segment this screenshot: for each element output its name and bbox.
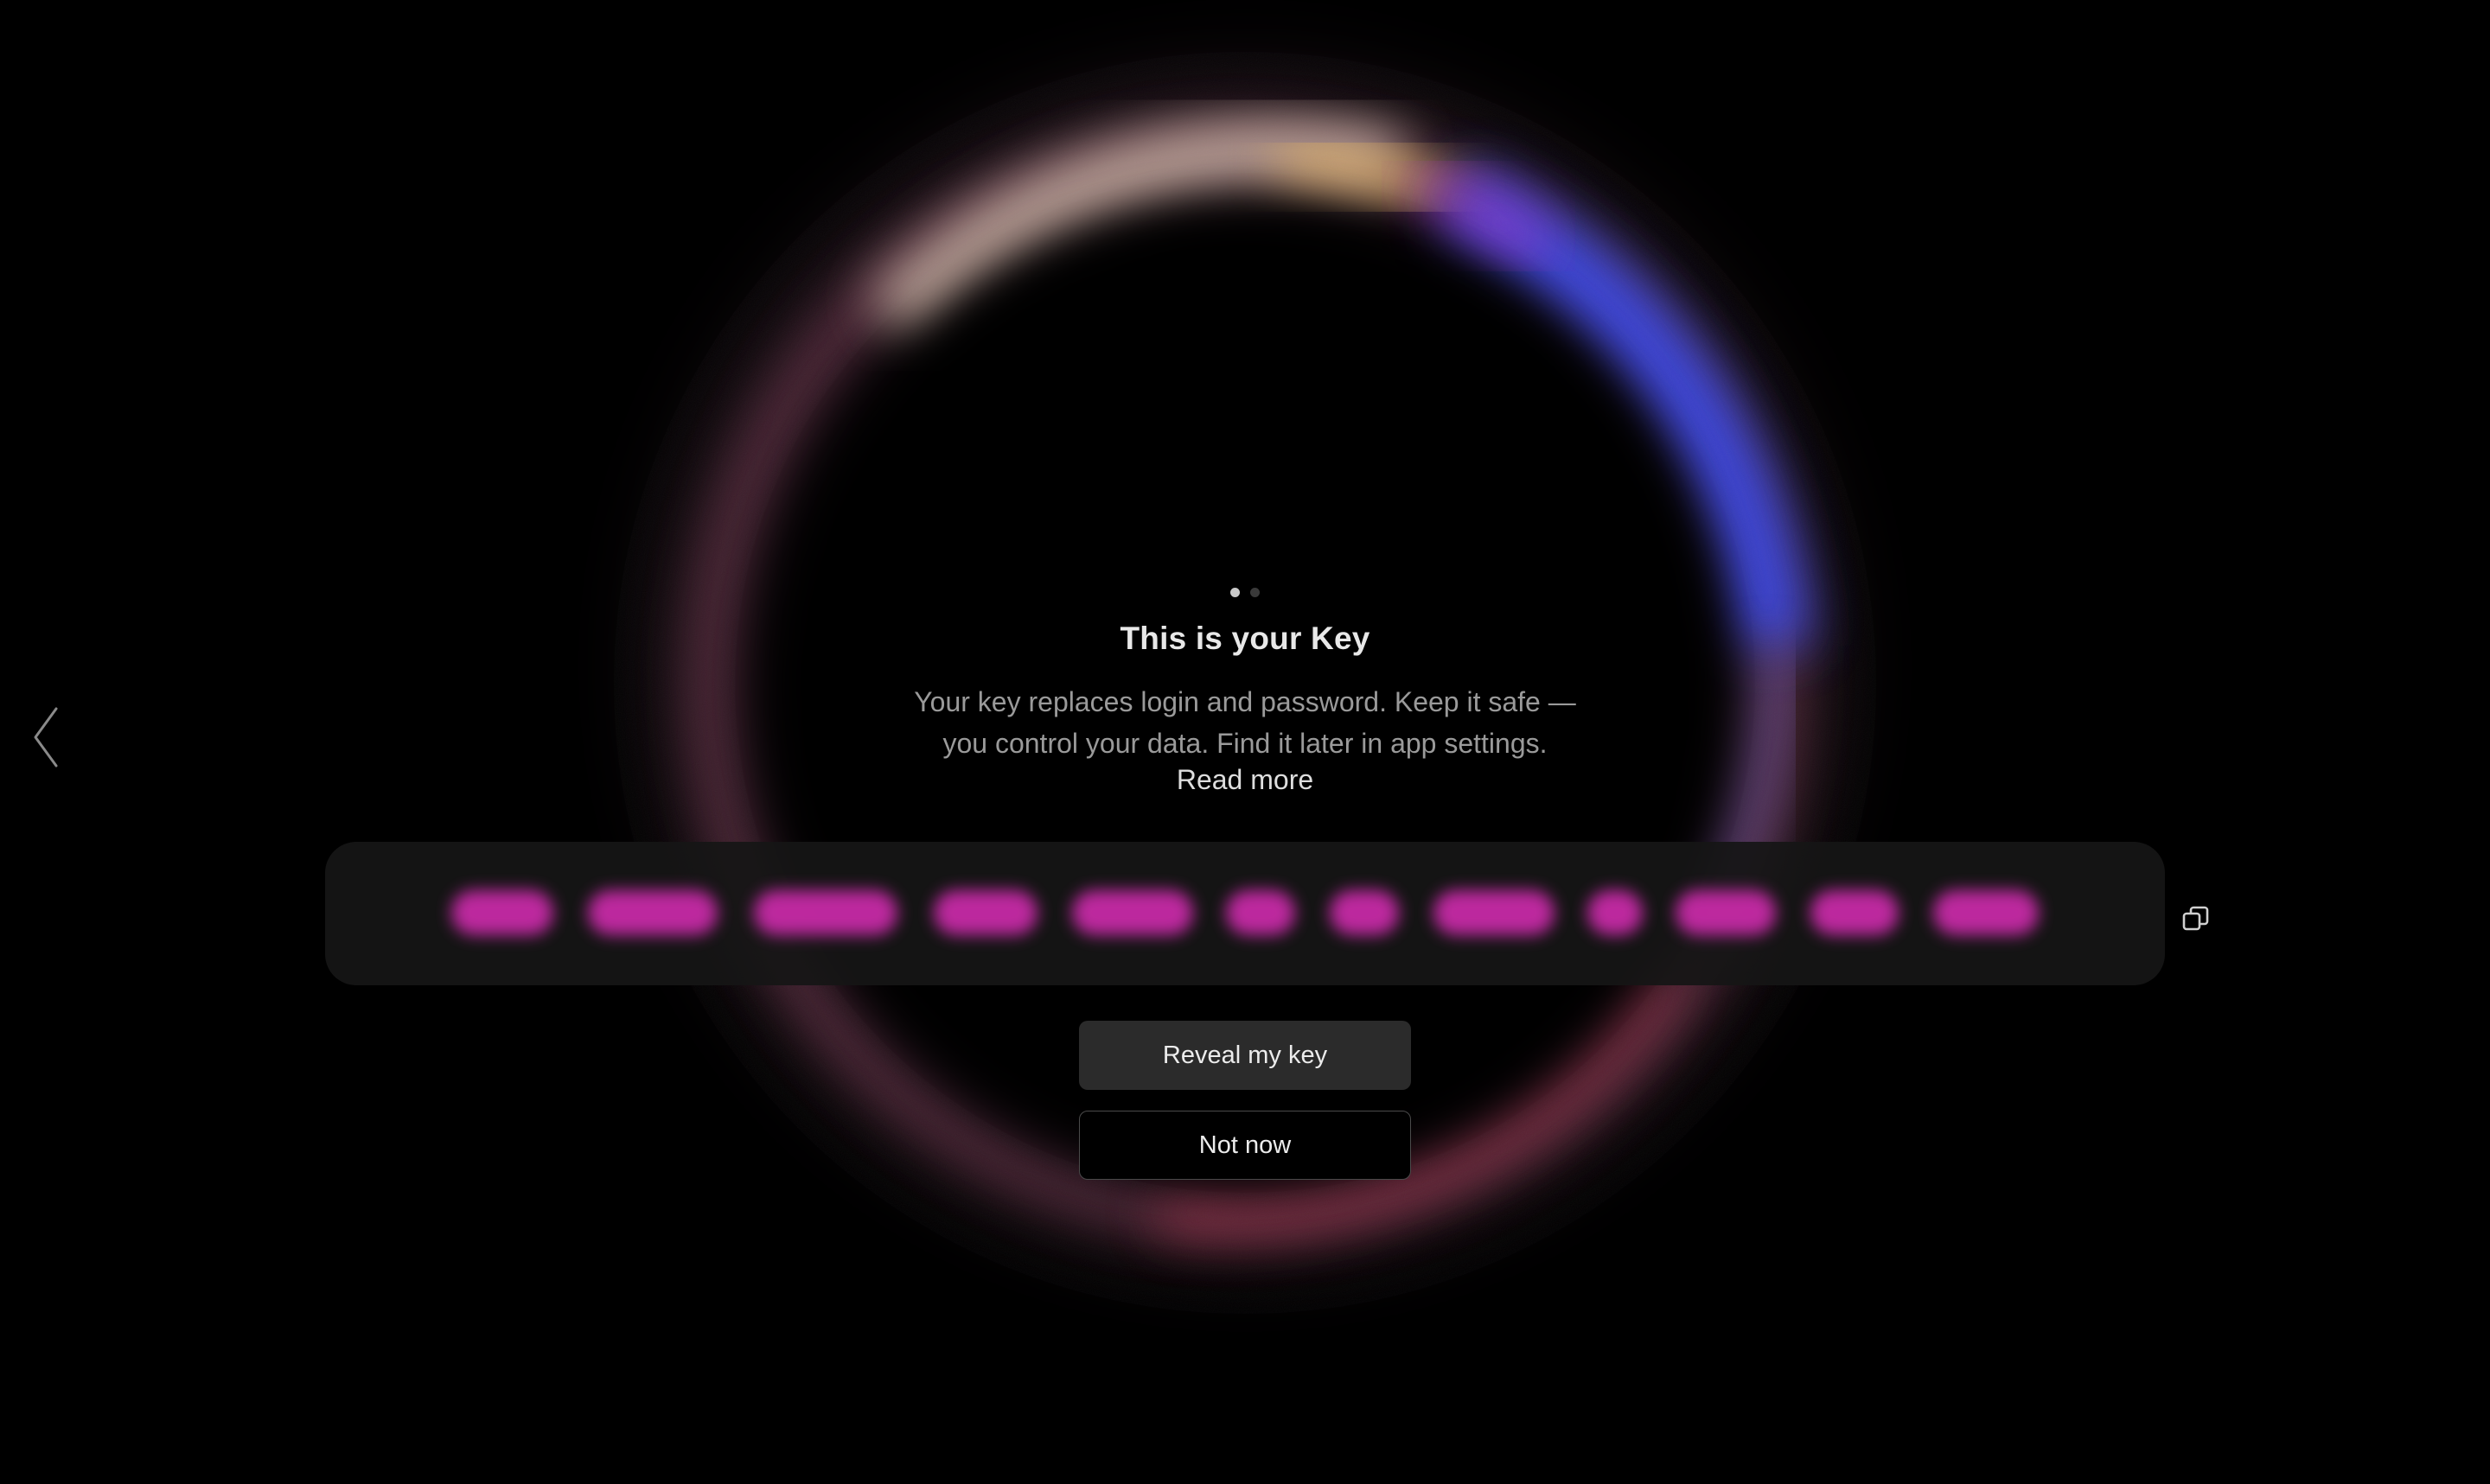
page-title: This is your Key — [1120, 621, 1370, 656]
key-word-blur — [1810, 890, 1899, 935]
page-dot-2 — [1250, 588, 1260, 597]
page-dot-1 — [1230, 588, 1240, 597]
key-word-blur — [1330, 890, 1399, 935]
key-word-blur — [1226, 890, 1295, 935]
reveal-key-button[interactable]: Reveal my key — [1079, 1021, 1411, 1090]
key-word-blur — [754, 890, 897, 935]
copy-icon — [2182, 906, 2209, 931]
description-line-2: you control your data. Find it later in … — [942, 728, 1548, 759]
key-display — [325, 842, 2165, 985]
description: Your key replaces login and password. Ke… — [847, 681, 1643, 764]
not-now-button[interactable]: Not now — [1079, 1111, 1411, 1180]
key-word-blur — [1933, 890, 2039, 935]
key-word-blur — [1072, 890, 1193, 935]
onboarding-screen: This is your Key Your key replaces login… — [0, 0, 2490, 1484]
key-word-blur — [451, 890, 553, 935]
key-word-blur — [1587, 890, 1643, 935]
key-word-blur — [1676, 890, 1776, 935]
pagination-dots — [0, 588, 2490, 597]
back-button[interactable] — [24, 702, 67, 773]
description-line-1: Your key replaces login and password. Ke… — [914, 686, 1576, 717]
key-word-blur — [588, 890, 718, 935]
hidden-key-words — [325, 842, 2165, 985]
chevron-left-icon — [34, 707, 58, 767]
read-more-link[interactable]: Read more — [0, 764, 2490, 796]
copy-button[interactable] — [2180, 904, 2212, 935]
key-word-blur — [1433, 890, 1555, 935]
key-word-blur — [934, 890, 1038, 935]
